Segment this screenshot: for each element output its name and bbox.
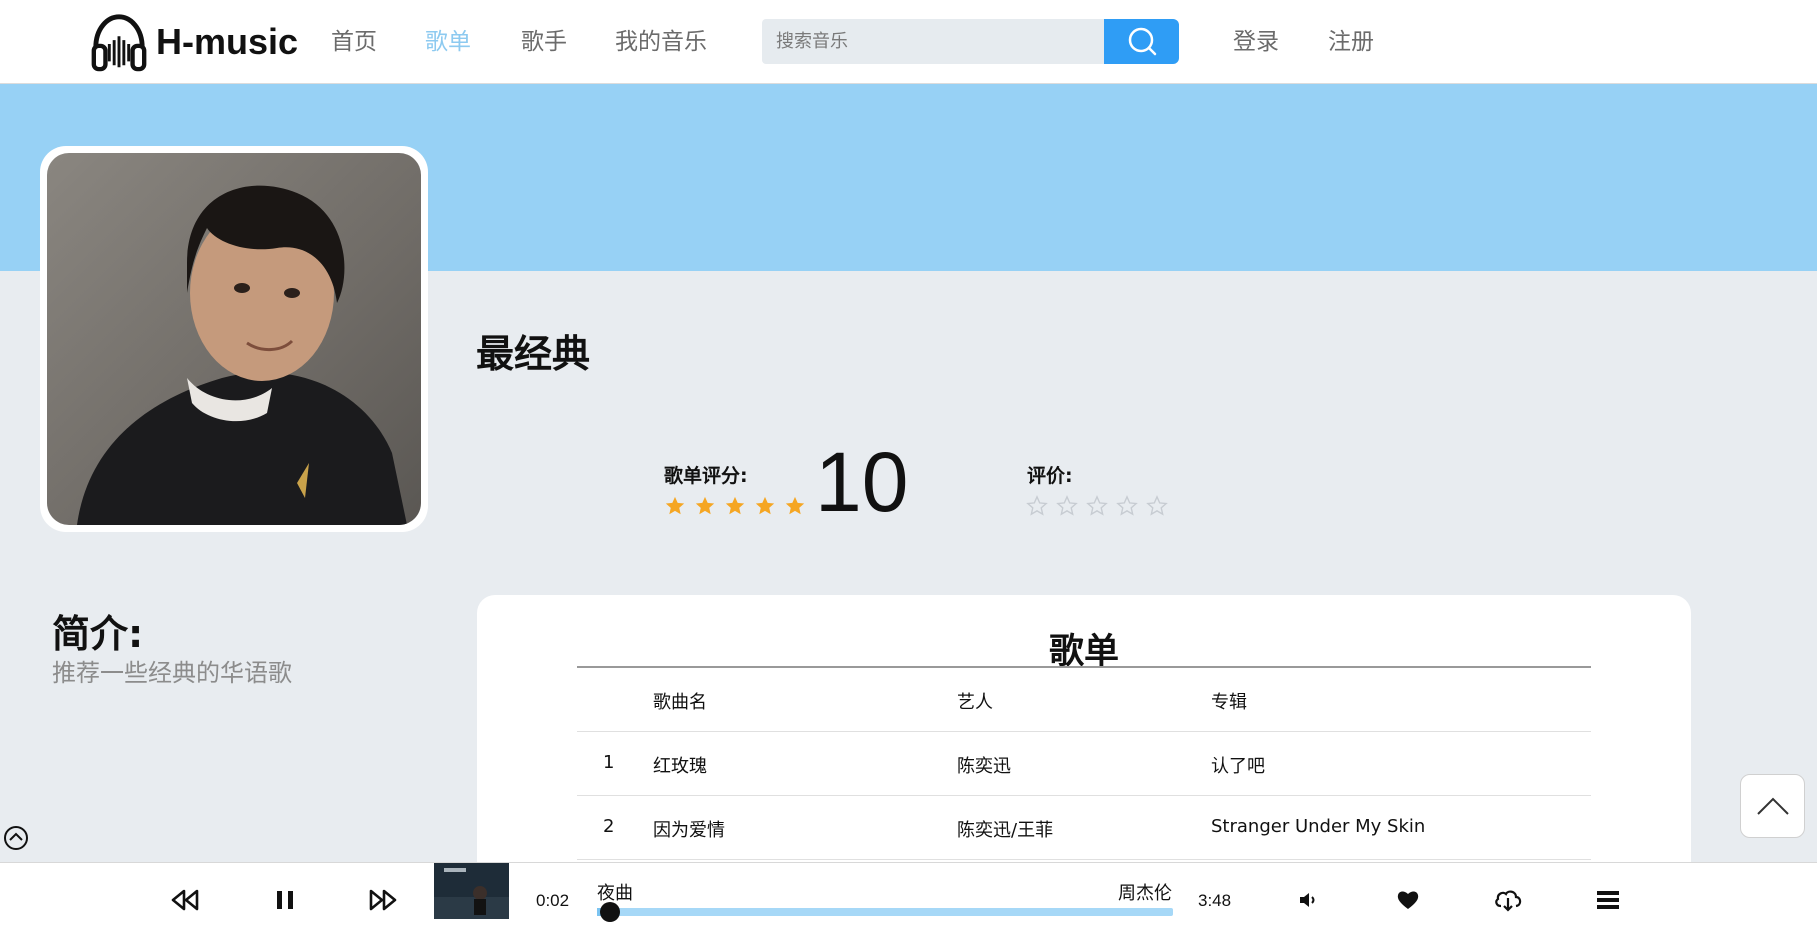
logo-text: H-music [156, 21, 299, 62]
back-to-top-button[interactable] [1740, 774, 1805, 838]
download-button[interactable] [1493, 887, 1523, 913]
total-time: 3:48 [1198, 891, 1232, 910]
cloud-download-icon [1495, 890, 1522, 912]
review-label: 评价: [1027, 465, 1073, 487]
now-playing-cover[interactable] [434, 863, 509, 919]
chevron-up-icon [1756, 797, 1789, 815]
row-number: 2 [603, 816, 615, 837]
intro-text: 推荐一些经典的华语歌 [52, 659, 292, 687]
nav-playlists[interactable]: 歌单 [425, 22, 471, 62]
rating-stars [664, 495, 806, 517]
row-album[interactable]: Stranger Under My Skin [1211, 816, 1425, 837]
playlist-title: 最经典 [476, 332, 591, 376]
playlist-cover [40, 146, 428, 532]
headphones-icon [91, 14, 147, 72]
fast-forward-icon [369, 889, 397, 911]
header-artist: 艺人 [957, 692, 993, 713]
star-outline-icon[interactable] [1026, 495, 1048, 517]
star-outline-icon[interactable] [1116, 495, 1138, 517]
menu-icon [1597, 891, 1619, 909]
pause-icon [277, 891, 293, 909]
search-input[interactable] [762, 19, 1105, 64]
heart-icon [1397, 891, 1419, 909]
star-filled-icon [695, 496, 715, 515]
like-button[interactable] [1393, 887, 1423, 913]
table-row[interactable]: 2 因为爱情 陈奕迅/王菲 Stranger Under My Skin [577, 796, 1591, 860]
intro-title: 简介: [52, 612, 144, 656]
row-number: 1 [603, 752, 615, 773]
playlist-menu-button[interactable] [1593, 887, 1623, 913]
search-icon [1128, 27, 1156, 55]
play-pause-button[interactable] [270, 887, 300, 913]
row-song-name[interactable]: 因为爱情 [653, 816, 725, 842]
previous-button[interactable] [170, 887, 200, 913]
star-outline-icon[interactable] [1086, 495, 1108, 517]
register-link[interactable]: 注册 [1328, 22, 1374, 62]
rating-label: 歌单评分: [664, 465, 748, 487]
star-outline-icon[interactable] [1146, 495, 1168, 517]
logo[interactable]: H-music [88, 12, 298, 72]
progress-handle[interactable] [599, 902, 620, 922]
table-header: 歌曲名 艺人 专辑 [577, 668, 1591, 732]
volume-button[interactable] [1294, 887, 1324, 913]
nav-my-music[interactable]: 我的音乐 [615, 22, 707, 62]
row-song-name[interactable]: 红玫瑰 [653, 752, 707, 778]
star-filled-icon [665, 496, 685, 515]
row-artist[interactable]: 陈奕迅 [957, 752, 1011, 778]
next-button[interactable] [368, 887, 398, 913]
row-artist[interactable]: 陈奕迅/王菲 [957, 816, 1053, 842]
progress-bar[interactable] [597, 908, 1173, 916]
review-stars[interactable] [1026, 495, 1168, 517]
current-time: 0:02 [536, 891, 570, 910]
music-player-bar: 0:02 夜曲 周杰伦 3:48 [0, 862, 1817, 934]
star-outline-icon[interactable] [1056, 495, 1078, 517]
top-header: H-music 首页 歌单 歌手 我的音乐 登录 注册 [0, 0, 1817, 84]
chevron-up-circle-icon[interactable] [3, 825, 29, 851]
nav-singers[interactable]: 歌手 [521, 22, 567, 62]
search-button[interactable] [1104, 19, 1179, 64]
login-link[interactable]: 登录 [1233, 22, 1279, 62]
star-filled-icon [785, 496, 805, 515]
volume-icon [1300, 893, 1315, 907]
now-playing-title: 夜曲 [597, 883, 633, 904]
table-row[interactable]: 1 红玫瑰 陈奕迅 认了吧 [577, 732, 1591, 796]
row-album[interactable]: 认了吧 [1211, 752, 1265, 778]
rating-score: 10 [815, 435, 909, 529]
star-filled-icon [755, 496, 775, 515]
header-song-name: 歌曲名 [653, 692, 707, 713]
star-filled-icon [725, 496, 745, 515]
rewind-icon [171, 889, 199, 911]
header-album: 专辑 [1211, 692, 1247, 713]
cover-image [47, 153, 421, 525]
now-playing-artist: 周杰伦 [1118, 883, 1172, 904]
nav-home[interactable]: 首页 [331, 22, 377, 62]
